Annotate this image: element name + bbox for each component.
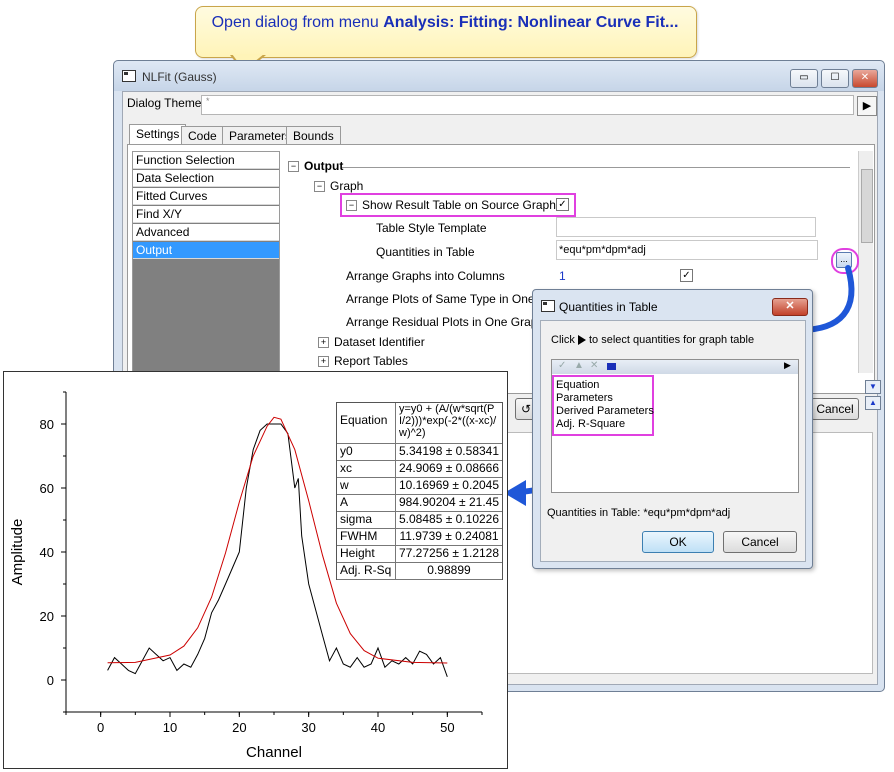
up-icon[interactable]: ▲ [574, 360, 584, 371]
x-tick-label: 30 [301, 720, 315, 735]
cell-divider [395, 545, 396, 562]
x-tick-label: 50 [440, 720, 454, 735]
result-value: 0.98899 [427, 563, 471, 577]
cell-divider [395, 460, 396, 477]
result-value: 5.34198 ± 0.58341 [399, 444, 500, 458]
dialog-close-button[interactable]: ✕ [772, 298, 808, 316]
dialog-title: Quantities in Table [559, 300, 658, 314]
ok-button[interactable]: OK [642, 531, 714, 553]
result-key: FWHM [340, 529, 378, 543]
result-value: 5.08485 ± 0.10226 [399, 512, 500, 526]
cell-divider [395, 562, 396, 579]
y-tick-label: 20 [40, 609, 54, 624]
cell-divider [395, 528, 396, 545]
cell-divider [395, 443, 396, 460]
y-tick-label: 80 [40, 417, 54, 432]
graph-window: 0 10 20 30 40 50 0 20 40 60 80 Channel Amplitude Equ… [3, 371, 508, 769]
result-row: Adj. R-Sq 0.98899 [337, 562, 502, 580]
quantities-dialog: Quantities in Table ✕ Click to select qu… [532, 289, 813, 569]
result-table: Equation y=y0 + (A/(w*sqrt(PI/2)))*exp(-2… [336, 402, 503, 580]
result-key: Adj. R-Sq [340, 563, 392, 577]
cell-divider [395, 403, 396, 443]
result-row: sigma 5.08485 ± 0.10226 [337, 511, 502, 529]
result-value: 984.90204 ± 21.45 [399, 495, 500, 509]
result-row: FWHM 11.9739 ± 0.24081 [337, 528, 502, 546]
check-icon[interactable]: ✓ [558, 360, 566, 371]
result-key: xc [340, 461, 352, 475]
result-key: y0 [340, 444, 353, 458]
result-row: Equation y=y0 + (A/(w*sqrt(PI/2)))*exp(-2… [337, 403, 502, 444]
result-key: A [340, 495, 349, 509]
dialog-instruction: Click to select quantities for graph tab… [551, 334, 755, 346]
y-tick-label: 40 [40, 545, 54, 560]
result-key: sigma [340, 512, 373, 526]
list-toolbar: ✓ ▲ ✕ ▶ [552, 360, 798, 374]
cell-divider [395, 511, 396, 528]
x-tick-label: 40 [371, 720, 385, 735]
quantities-status: Quantities in Table: *equ*pm*dpm*adj [547, 507, 731, 519]
result-value: 10.16969 ± 0.2045 [399, 478, 500, 492]
x-tick-label: 20 [232, 720, 246, 735]
result-row: w 10.16969 ± 0.2045 [337, 477, 502, 495]
y-tick-label: 0 [47, 673, 54, 688]
y-axis-label: Amplitude [9, 519, 26, 586]
list-item[interactable]: Adj. R-Square [556, 418, 625, 430]
x-tick-label: 0 [97, 720, 104, 735]
result-value: 11.9739 ± 0.24081 [399, 529, 499, 543]
list-item[interactable]: Equation [556, 379, 599, 391]
quantities-list[interactable]: ✓ ▲ ✕ ▶ Equation Parameters Derived Para… [551, 359, 799, 493]
x-tick-label: 10 [163, 720, 177, 735]
result-row: A 984.90204 ± 21.45 [337, 494, 502, 512]
result-key: Height [340, 546, 375, 560]
result-row: y0 5.34198 ± 0.58341 [337, 443, 502, 461]
play-icon[interactable]: ▶ [784, 360, 791, 371]
x-axis-label: Channel [246, 744, 302, 761]
delete-icon[interactable]: ✕ [590, 360, 598, 371]
result-key: w [340, 478, 349, 492]
dialog-icon [541, 300, 555, 312]
result-value: 24.9069 ± 0.08666 [399, 461, 500, 475]
y-tick-label: 60 [40, 481, 54, 496]
list-item[interactable]: Derived Parameters [556, 405, 654, 417]
result-key: Equation [340, 413, 388, 427]
result-value: y=y0 + (A/(w*sqrt(PI/2)))*exp(-2*((x-xc)… [399, 403, 497, 439]
dialog-cancel-button[interactable]: Cancel [723, 531, 797, 553]
color-icon[interactable] [607, 363, 616, 370]
cell-divider [395, 477, 396, 494]
result-row: xc 24.9069 ± 0.08666 [337, 460, 502, 478]
play-icon [577, 335, 586, 346]
dialog-body: Click to select quantities for graph tab… [540, 320, 806, 562]
result-row: Height 77.27256 ± 1.2128 [337, 545, 502, 563]
cell-divider [395, 494, 396, 511]
result-value: 77.27256 ± 1.2128 [399, 546, 500, 560]
list-item[interactable]: Parameters [556, 392, 613, 404]
